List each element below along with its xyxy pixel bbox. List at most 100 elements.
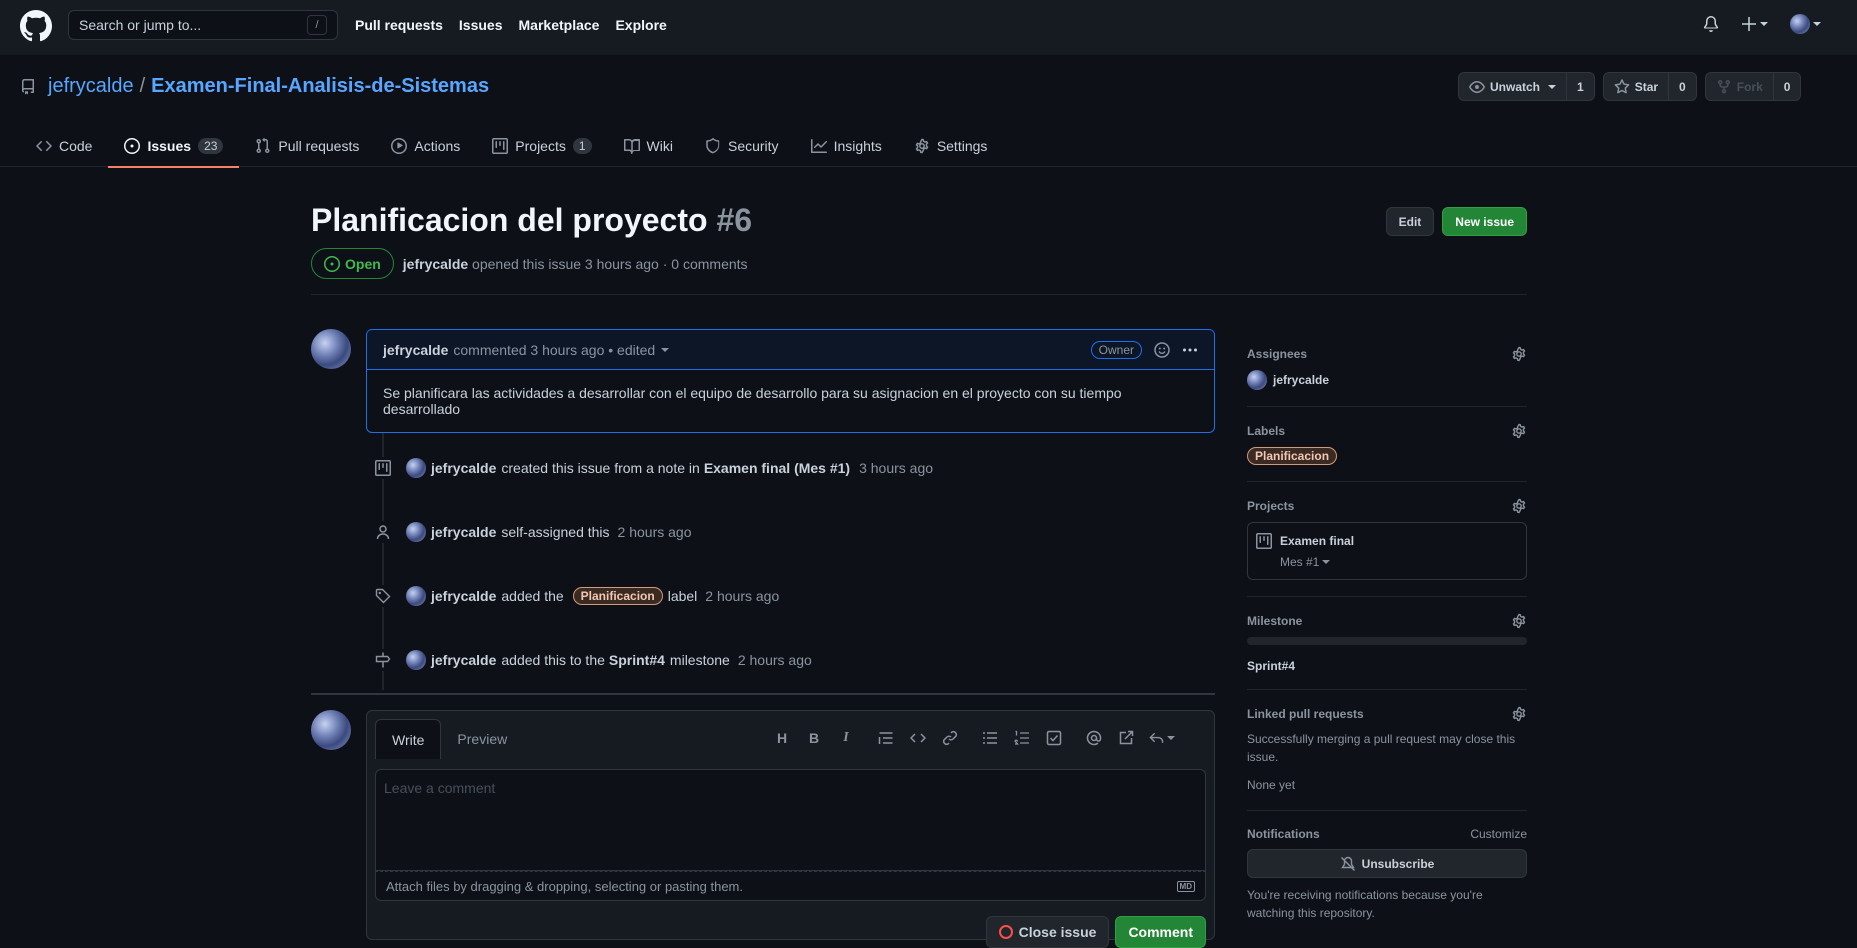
tab-label: Code: [59, 138, 93, 154]
event-time[interactable]: 2 hours ago: [705, 588, 779, 604]
markdown-icon[interactable]: MD: [1176, 880, 1195, 892]
tab-label: Pull requests: [278, 138, 360, 154]
mention-icon[interactable]: [1085, 729, 1103, 747]
avatar[interactable]: [406, 650, 426, 670]
avatar[interactable]: [406, 522, 426, 542]
assignees-title[interactable]: Assignees: [1247, 347, 1307, 361]
edit-button[interactable]: Edit: [1385, 207, 1435, 236]
heading-icon[interactable]: H: [773, 729, 791, 747]
gear-icon[interactable]: [1511, 706, 1527, 722]
search-placeholder: Search or jump to...: [79, 17, 202, 33]
event-milestone-link[interactable]: Sprint#4: [609, 652, 665, 668]
tab-issues[interactable]: Issues 23: [108, 125, 240, 168]
label-badge[interactable]: Planificacion: [572, 587, 663, 605]
reply-icon[interactable]: [1149, 729, 1175, 747]
comment-composer: Write Preview H B I Leave a comment Atta…: [366, 710, 1215, 948]
italic-icon[interactable]: I: [837, 729, 855, 747]
cross-reference-icon[interactable]: [1117, 729, 1135, 747]
create-new-menu[interactable]: [1741, 16, 1768, 32]
avatar[interactable]: [406, 458, 426, 478]
star-icon: [1614, 78, 1630, 93]
list-unordered-icon[interactable]: [981, 729, 999, 747]
user-menu[interactable]: [1790, 14, 1821, 34]
event-text: milestone: [669, 652, 730, 668]
repo-name-link[interactable]: Examen-Final-Analisis-de-Sistemas: [151, 75, 489, 98]
nav-issues[interactable]: Issues: [459, 17, 503, 33]
event-user-link[interactable]: jefrycalde: [431, 524, 496, 540]
star-count[interactable]: 0: [1669, 73, 1696, 100]
chevron-down-icon[interactable]: [661, 347, 670, 352]
tab-security[interactable]: Security: [689, 125, 795, 167]
smiley-icon[interactable]: [1154, 341, 1170, 358]
event-project-link[interactable]: Examen final (Mes #1): [704, 460, 850, 476]
event-time[interactable]: 2 hours ago: [618, 524, 692, 540]
tab-pull-requests[interactable]: Pull requests: [239, 125, 375, 167]
issue-author-link[interactable]: jefrycalde: [403, 256, 468, 272]
customize-link[interactable]: Customize: [1470, 827, 1527, 841]
issues-counter: 23: [198, 138, 224, 154]
file-attach-zone[interactable]: Attach files by dragging & dropping, sel…: [375, 871, 1206, 901]
tab-preview[interactable]: Preview: [441, 719, 523, 759]
fork-count[interactable]: 0: [1774, 73, 1801, 100]
tab-actions[interactable]: Actions: [375, 125, 476, 167]
event-time[interactable]: 2 hours ago: [738, 652, 812, 668]
nav-explore[interactable]: Explore: [615, 17, 666, 33]
labels-title[interactable]: Labels: [1247, 424, 1285, 438]
star-button[interactable]: Star 0: [1602, 72, 1697, 101]
gear-icon[interactable]: [1511, 346, 1527, 362]
assignee-name[interactable]: jefrycalde: [1273, 373, 1329, 387]
label-badge[interactable]: Planificacion: [1247, 447, 1338, 465]
code-icon[interactable]: [909, 729, 927, 747]
comment-action-text[interactable]: commented 3 hours ago • edited: [453, 342, 655, 358]
kebab-horizontal-icon[interactable]: [1182, 342, 1198, 358]
eye-icon: [1469, 80, 1485, 93]
tab-wiki[interactable]: Wiki: [608, 125, 689, 167]
tab-insights[interactable]: Insights: [795, 125, 898, 167]
comment-textarea[interactable]: Leave a comment: [375, 769, 1206, 871]
project-name-link[interactable]: Examen final: [1280, 534, 1354, 548]
list-ordered-icon[interactable]: [1013, 729, 1031, 747]
status-badge: Open: [311, 248, 394, 279]
event-user-link[interactable]: jefrycalde: [431, 652, 496, 668]
nav-pull-requests[interactable]: Pull requests: [355, 17, 443, 33]
avatar: [311, 710, 351, 750]
bold-icon[interactable]: B: [805, 729, 823, 747]
avatar[interactable]: [1247, 370, 1267, 390]
project-column-select[interactable]: Mes #1: [1280, 555, 1518, 569]
nav-marketplace[interactable]: Marketplace: [519, 17, 600, 33]
event-user-link[interactable]: jefrycalde: [431, 588, 496, 604]
milestone-title[interactable]: Milestone: [1247, 614, 1302, 628]
gear-icon[interactable]: [1511, 498, 1527, 514]
github-logo-icon[interactable]: [20, 10, 52, 42]
event-time[interactable]: 3 hours ago: [859, 460, 933, 476]
tab-settings[interactable]: Settings: [898, 125, 1004, 167]
tab-write[interactable]: Write: [375, 719, 442, 759]
tasklist-icon[interactable]: [1045, 729, 1063, 747]
tab-code[interactable]: Code: [20, 125, 108, 167]
tab-projects[interactable]: Projects 1: [476, 125, 607, 167]
linked-prs-title[interactable]: Linked pull requests: [1247, 707, 1364, 721]
new-issue-button[interactable]: New issue: [1442, 207, 1527, 236]
header-actions: [1703, 14, 1821, 34]
link-icon[interactable]: [941, 729, 959, 747]
watch-count[interactable]: 1: [1567, 73, 1594, 100]
gear-icon[interactable]: [1511, 613, 1527, 629]
tab-label: Issues: [147, 138, 192, 154]
milestone-name-link[interactable]: Sprint#4: [1247, 659, 1527, 673]
repo-owner-link[interactable]: jefrycalde: [48, 75, 134, 98]
avatar[interactable]: [311, 329, 351, 369]
search-input[interactable]: Search or jump to... /: [68, 10, 338, 40]
tab-label: Insights: [833, 138, 882, 154]
quote-icon[interactable]: [877, 729, 895, 747]
close-issue-button[interactable]: Close issue: [985, 916, 1110, 948]
unsubscribe-button[interactable]: Unsubscribe: [1247, 849, 1527, 878]
fork-button[interactable]: Fork 0: [1704, 72, 1802, 101]
bell-icon[interactable]: [1703, 16, 1719, 32]
comment-button[interactable]: Comment: [1115, 916, 1206, 948]
event-user-link[interactable]: jefrycalde: [431, 460, 496, 476]
watch-button[interactable]: Unwatch 1: [1458, 72, 1595, 101]
comment-author-link[interactable]: jefrycalde: [383, 342, 448, 358]
projects-title[interactable]: Projects: [1247, 499, 1294, 513]
gear-icon[interactable]: [1511, 423, 1527, 439]
avatar[interactable]: [406, 586, 426, 606]
